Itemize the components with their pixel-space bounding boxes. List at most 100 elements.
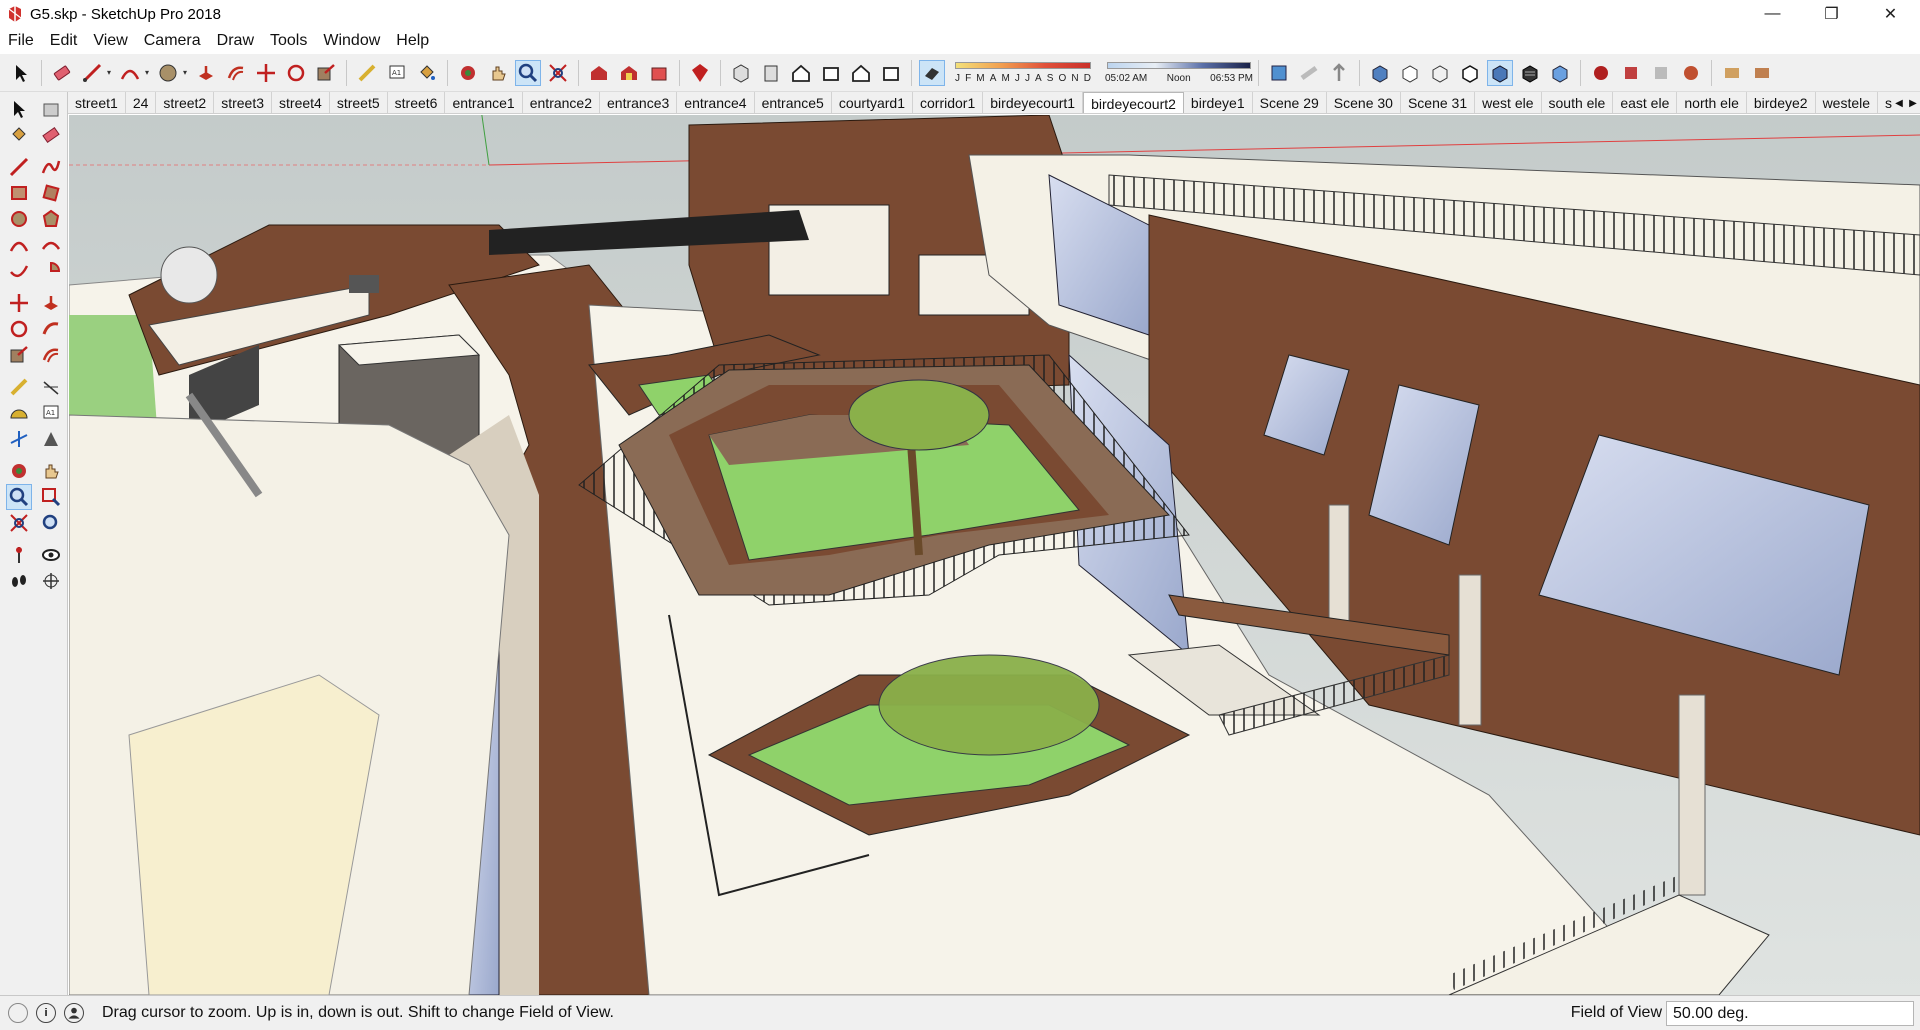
- move-icon[interactable]: [253, 60, 279, 86]
- zoom-extents-icon[interactable]: [6, 510, 32, 536]
- scene-tab[interactable]: birdeye1: [1184, 92, 1253, 113]
- line-tool-icon[interactable]: [79, 60, 105, 86]
- 3d-text-icon[interactable]: [38, 426, 64, 452]
- front-view-icon[interactable]: [788, 60, 814, 86]
- push-pull-icon[interactable]: [38, 290, 64, 316]
- pan-icon[interactable]: [38, 458, 64, 484]
- protractor-icon[interactable]: [6, 400, 32, 426]
- scene-tab[interactable]: south ele: [1542, 92, 1614, 113]
- left-view-icon[interactable]: [878, 60, 904, 86]
- previous-view-icon[interactable]: [38, 510, 64, 536]
- scene-tab[interactable]: street5: [330, 92, 388, 113]
- orbit-icon[interactable]: [6, 458, 32, 484]
- xray-style-icon[interactable]: [1367, 60, 1393, 86]
- back-view-icon[interactable]: [848, 60, 874, 86]
- scene-tab[interactable]: entrance5: [755, 92, 832, 113]
- warehouse-icon[interactable]: [586, 60, 612, 86]
- date-slider[interactable]: J F M A M J J A S O N D: [953, 56, 1093, 90]
- scene-tab[interactable]: street2: [156, 92, 215, 113]
- scene-tab[interactable]: Scene 30: [1327, 92, 1401, 113]
- model-scene[interactable]: [69, 115, 1920, 995]
- text-tool-icon[interactable]: A1: [384, 60, 410, 86]
- iso-view-icon[interactable]: [728, 60, 754, 86]
- section-plane-icon[interactable]: [38, 568, 64, 594]
- freehand-icon[interactable]: [38, 154, 64, 180]
- top-view-icon[interactable]: [758, 60, 784, 86]
- scene-tab[interactable]: Scene 29: [1253, 92, 1327, 113]
- eraser-icon[interactable]: [49, 60, 75, 86]
- scene-tab[interactable]: courtyard1: [832, 92, 914, 113]
- model-viewport[interactable]: [69, 115, 1920, 995]
- select-tool-icon[interactable]: [8, 60, 34, 86]
- back-edges-style-icon[interactable]: [1397, 60, 1423, 86]
- zoom-extents-icon[interactable]: [545, 60, 571, 86]
- zoom-window-icon[interactable]: [38, 484, 64, 510]
- look-around-icon[interactable]: [38, 542, 64, 568]
- three-point-arc-icon[interactable]: [6, 258, 32, 284]
- menu-help[interactable]: Help: [388, 32, 437, 50]
- select-tool-icon[interactable]: [6, 96, 32, 122]
- scene-tab[interactable]: corridor1: [913, 92, 984, 113]
- shape-tool-icon[interactable]: [155, 60, 181, 86]
- walk-icon[interactable]: [6, 568, 32, 594]
- rotate-icon[interactable]: [283, 60, 309, 86]
- scroll-left-icon[interactable]: ◀: [1892, 92, 1906, 113]
- plugin-icon[interactable]: [1719, 60, 1745, 86]
- rectangle-icon[interactable]: [6, 180, 32, 206]
- hidden-line-style-icon[interactable]: [1457, 60, 1483, 86]
- scene-tab[interactable]: east ele: [1613, 92, 1678, 113]
- time-slider[interactable]: 05:02 AM Noon 06:53 PM: [1105, 56, 1253, 90]
- extension-warehouse-icon[interactable]: [687, 60, 713, 86]
- section-plane-icon[interactable]: [1266, 60, 1292, 86]
- menu-view[interactable]: View: [85, 32, 135, 50]
- info-icon[interactable]: i: [36, 1003, 56, 1023]
- scene-tab[interactable]: street4: [272, 92, 330, 113]
- user-account-icon[interactable]: [64, 1003, 84, 1023]
- maximize-button[interactable]: ❐: [1802, 0, 1861, 28]
- menu-camera[interactable]: Camera: [136, 32, 209, 50]
- components-icon[interactable]: [616, 60, 642, 86]
- menu-tools[interactable]: Tools: [262, 32, 315, 50]
- menu-edit[interactable]: Edit: [42, 32, 86, 50]
- measurements-field[interactable]: 50.00 deg.: [1666, 1001, 1914, 1026]
- scene-tab[interactable]: street6: [388, 92, 446, 113]
- offset-icon[interactable]: [223, 60, 249, 86]
- sandbox-icon[interactable]: [1326, 60, 1352, 86]
- textured-style-icon[interactable]: [1517, 60, 1543, 86]
- scene-tab[interactable]: street3: [214, 92, 273, 113]
- scene-tab[interactable]: Scene 31: [1401, 92, 1476, 113]
- ruby-plugin-icon[interactable]: [1588, 60, 1614, 86]
- geo-location-icon[interactable]: [8, 1003, 28, 1023]
- scale-icon[interactable]: [313, 60, 339, 86]
- tape-measure-icon[interactable]: [6, 374, 32, 400]
- move-icon[interactable]: [6, 290, 32, 316]
- close-button[interactable]: ✕: [1861, 0, 1920, 28]
- eraser-icon[interactable]: [38, 122, 64, 148]
- scene-tab[interactable]: west ele: [1475, 92, 1542, 113]
- wireframe-style-icon[interactable]: [1427, 60, 1453, 86]
- dimension-icon[interactable]: [38, 374, 64, 400]
- scene-tab[interactable]: westele: [1816, 92, 1879, 113]
- menu-window[interactable]: Window: [315, 32, 388, 50]
- scale-icon[interactable]: [6, 342, 32, 368]
- right-view-icon[interactable]: [818, 60, 844, 86]
- scene-tab[interactable]: entrance1: [445, 92, 523, 113]
- pie-icon[interactable]: [38, 258, 64, 284]
- polygon-icon[interactable]: [38, 206, 64, 232]
- rotated-rectangle-icon[interactable]: [38, 180, 64, 206]
- scene-tab[interactable]: entrance4: [677, 92, 755, 113]
- shaded-style-icon[interactable]: [1487, 59, 1513, 86]
- paint-bucket-icon[interactable]: [414, 60, 440, 86]
- chevron-down-icon[interactable]: ▾: [107, 60, 115, 86]
- menu-draw[interactable]: Draw: [209, 32, 262, 50]
- tape-measure-icon[interactable]: [354, 60, 380, 86]
- share-model-icon[interactable]: [646, 60, 672, 86]
- chevron-down-icon[interactable]: ▾: [145, 60, 153, 86]
- menu-file[interactable]: File: [0, 32, 42, 50]
- scroll-right-icon[interactable]: ▶: [1906, 92, 1920, 113]
- offset-icon[interactable]: [38, 342, 64, 368]
- fog-icon[interactable]: [1296, 60, 1322, 86]
- scene-tab[interactable]: entrance3: [600, 92, 678, 113]
- chevron-down-icon[interactable]: ▾: [183, 60, 191, 86]
- orbit-icon[interactable]: [455, 60, 481, 86]
